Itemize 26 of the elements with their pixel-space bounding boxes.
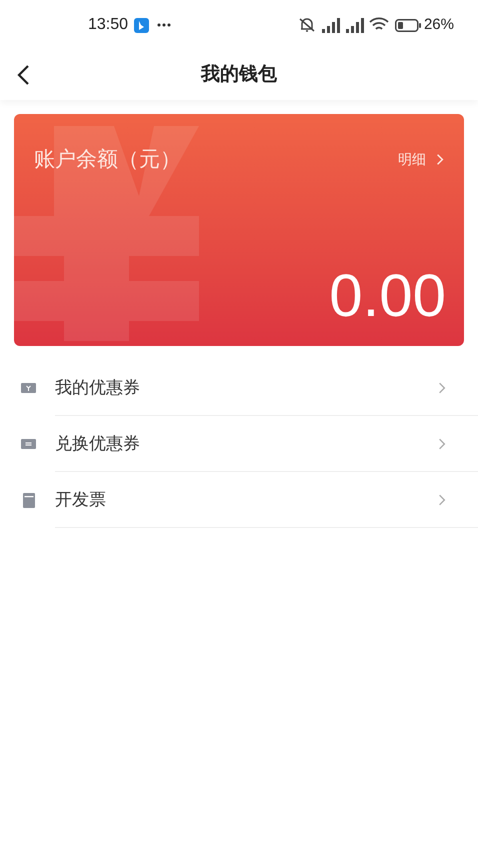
battery-percentage: 26% xyxy=(424,14,454,35)
menu-item[interactable]: 兑换优惠券 xyxy=(0,416,478,472)
balance-amount: 0.00 xyxy=(329,266,446,326)
ticket-icon xyxy=(21,439,36,449)
back-icon xyxy=(16,64,30,86)
signal-icon xyxy=(344,17,364,33)
battery-icon xyxy=(394,18,421,32)
signal-icon xyxy=(320,17,340,33)
chevron-right-icon xyxy=(438,436,446,450)
chevron-right-icon xyxy=(438,380,446,394)
menu-label: 开发票 xyxy=(55,488,107,511)
status-time: 13:50 xyxy=(88,15,128,35)
chevron-right-icon xyxy=(438,492,446,506)
page-title: 我的钱包 xyxy=(201,62,277,87)
menu-item[interactable]: 我的优惠券 xyxy=(0,360,478,416)
receipt-icon xyxy=(22,492,34,508)
menu-label: 我的优惠券 xyxy=(55,376,141,399)
menu-item[interactable]: 开发票 xyxy=(0,472,478,528)
mute-icon xyxy=(298,17,316,33)
ticket-icon xyxy=(21,383,36,393)
balance-label: 账户余额（元） xyxy=(34,147,181,173)
yen-sign-icon xyxy=(14,126,199,341)
chevron-right-icon xyxy=(436,153,444,166)
app-icon xyxy=(134,18,150,32)
more-icon xyxy=(157,23,172,27)
menu-label: 兑换优惠券 xyxy=(55,432,141,455)
